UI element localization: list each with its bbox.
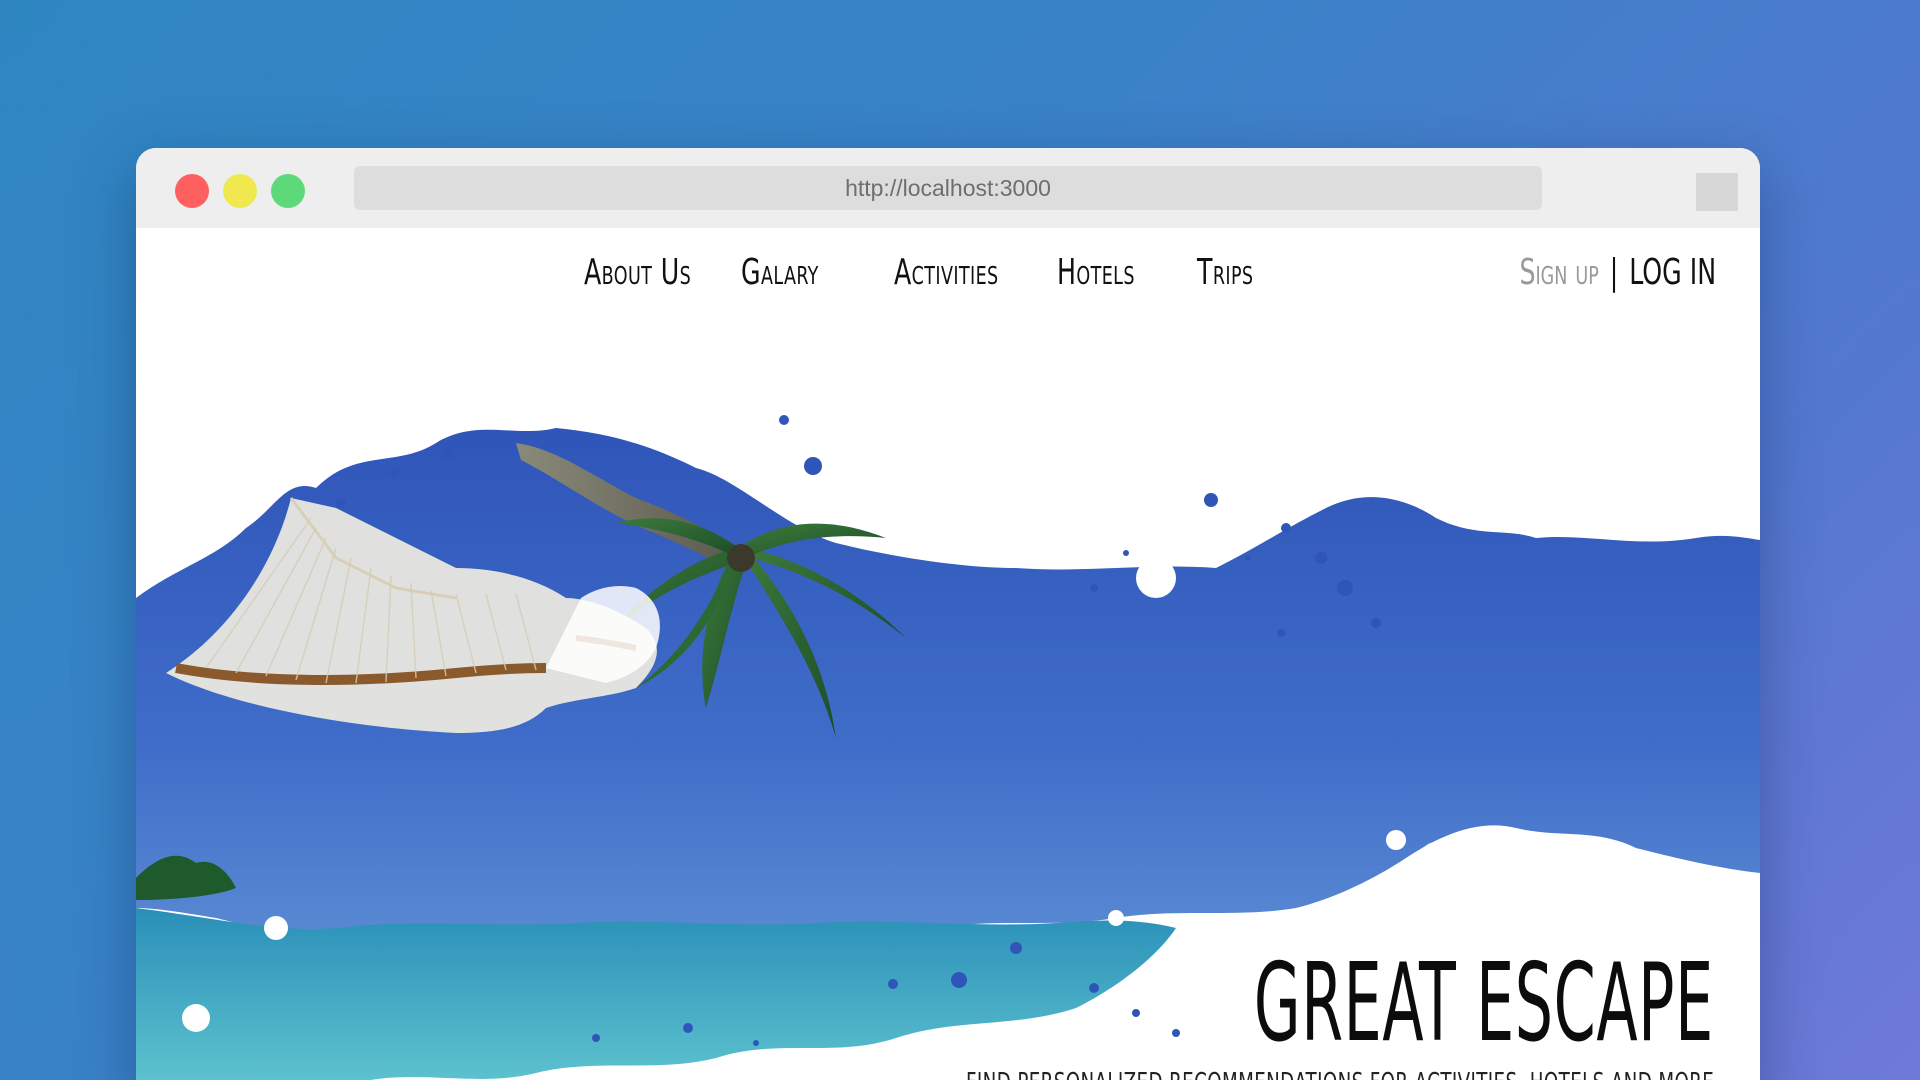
web-page: About Us Galary Activities Hotels Trips …: [136, 228, 1760, 1080]
browser-window: http://localhost:3000 About Us Galary Ac…: [136, 148, 1760, 1080]
nav-activities[interactable]: Activities: [894, 252, 999, 293]
log-in-link[interactable]: LOG IN: [1629, 252, 1716, 293]
browser-toolbar: http://localhost:3000: [136, 148, 1760, 228]
sign-up-link[interactable]: Sign up: [1519, 252, 1598, 293]
address-bar[interactable]: http://localhost:3000: [354, 166, 1542, 210]
minimize-window-button[interactable]: [223, 174, 257, 208]
auth-separator: |: [1609, 252, 1619, 293]
browser-extension-icon[interactable]: [1696, 173, 1738, 211]
hero-title: GREAT ESCAPE: [1254, 941, 1714, 1066]
hero-subtitle: Find personalized recommendations for ac…: [966, 1068, 1714, 1080]
auth-links: Sign up | LOG IN: [1519, 252, 1716, 293]
nav-trips[interactable]: Trips: [1197, 252, 1253, 293]
nav-galary[interactable]: Galary: [741, 252, 819, 293]
maximize-window-button[interactable]: [271, 174, 305, 208]
nav-hotels[interactable]: Hotels: [1057, 252, 1135, 293]
main-navigation: About Us Galary Activities Hotels Trips …: [136, 240, 1760, 310]
close-window-button[interactable]: [175, 174, 209, 208]
nav-about-us[interactable]: About Us: [584, 252, 691, 293]
